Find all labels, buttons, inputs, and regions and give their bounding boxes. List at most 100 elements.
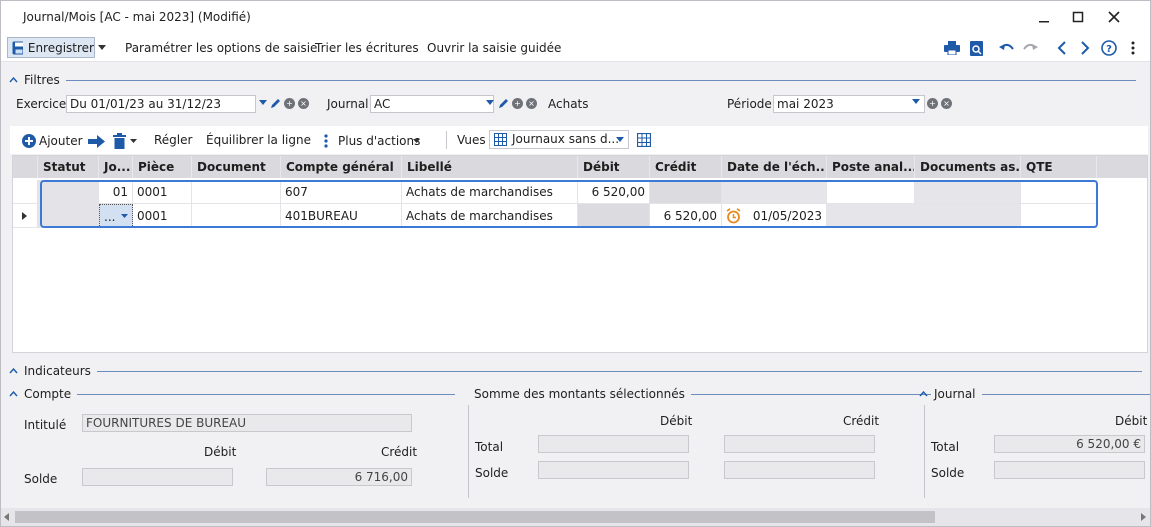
- journal-dropdown-button[interactable]: [485, 98, 494, 106]
- maximize-button[interactable]: [1060, 1, 1096, 33]
- cell-qte[interactable]: [1021, 180, 1097, 204]
- periode-clear-button[interactable]: ×: [941, 98, 952, 109]
- cell-debit[interactable]: [578, 204, 650, 228]
- chevron-down-icon[interactable]: [121, 214, 128, 218]
- journal-value: AC: [374, 97, 391, 111]
- cell-compte[interactable]: 401BUREAU: [281, 204, 402, 228]
- help-button[interactable]: ?: [1100, 39, 1118, 57]
- compte-solde-debit-field: [82, 468, 233, 486]
- column-header-echeance[interactable]: Date de l'éch...: [722, 156, 827, 178]
- journal-group-header[interactable]: Journal: [919, 387, 1150, 401]
- undo-button[interactable]: [998, 39, 1016, 57]
- scrollbar-thumb[interactable]: [15, 511, 935, 523]
- exercice-clear-button[interactable]: ×: [298, 98, 309, 109]
- column-header-documents[interactable]: Documents as...: [915, 156, 1021, 178]
- print-button[interactable]: [943, 39, 961, 57]
- somme-total-debit-field: [538, 435, 689, 453]
- more-actions-dropdown[interactable]: [412, 138, 420, 144]
- column-header-jour[interactable]: Jo...: [99, 156, 133, 178]
- column-header-document[interactable]: Document: [192, 156, 281, 178]
- cell-libelle[interactable]: Achats de marchandises: [402, 204, 578, 228]
- cell-compte[interactable]: 607: [281, 180, 402, 204]
- equilibrer-button[interactable]: Équilibrer la ligne: [206, 133, 311, 147]
- close-button[interactable]: [1096, 1, 1132, 33]
- trier-ecritures-button[interactable]: Trier les écritures: [315, 41, 419, 55]
- add-button[interactable]: Ajouter: [39, 134, 83, 148]
- cell-debit[interactable]: 6 520,00: [578, 180, 650, 204]
- print-preview-button[interactable]: [967, 39, 985, 57]
- exercice-edit-button[interactable]: [269, 97, 281, 109]
- column-header-poste[interactable]: Poste anal...: [827, 156, 915, 178]
- column-header-libelle[interactable]: Libellé: [402, 156, 578, 178]
- cell-statut[interactable]: [38, 180, 99, 204]
- somme-solde-debit-field: [538, 461, 689, 479]
- scroll-right-icon[interactable]: [1141, 513, 1146, 521]
- cell-echeance[interactable]: [722, 180, 827, 204]
- exercice-dropdown-button[interactable]: [258, 98, 267, 106]
- redo-button[interactable]: [1021, 39, 1039, 57]
- filtres-label: Filtres: [24, 73, 60, 87]
- cell-document[interactable]: [192, 180, 281, 204]
- add-icon-wrap[interactable]: [21, 133, 37, 149]
- grid-toolbar: Ajouter Régler Équilibrer la ligne Plus …: [10, 126, 1148, 154]
- options-saisie-button[interactable]: Paramétrer les options de saisie: [125, 41, 317, 55]
- cell-poste[interactable]: [827, 180, 915, 204]
- journal-add-button[interactable]: +: [512, 98, 523, 109]
- cell-piece[interactable]: 0001: [133, 204, 192, 228]
- grid-header: Statut Jo... Pièce Document Compte génér…: [13, 156, 1147, 178]
- column-header-qte[interactable]: QTE: [1021, 156, 1097, 178]
- saisie-guidee-button[interactable]: Ouvrir la saisie guidée: [427, 41, 561, 55]
- vues-value: Journaux sans d...: [512, 132, 620, 146]
- cell-piece[interactable]: 0001: [133, 180, 192, 204]
- periode-add-button[interactable]: +: [927, 98, 938, 109]
- indicateurs-section-header[interactable]: Indicateurs: [9, 364, 1142, 378]
- scroll-left-icon[interactable]: [4, 513, 9, 521]
- somme-group-header: Somme des montants sélectionnés: [474, 387, 931, 401]
- cell-echeance[interactable]: 01/05/2023: [722, 204, 827, 228]
- column-header-credit[interactable]: Crédit: [650, 156, 722, 178]
- journal-combo[interactable]: AC: [370, 95, 494, 113]
- table-row[interactable]: 01 0001 607 Achats de marchandises 6 520…: [13, 180, 1097, 204]
- forward-button[interactable]: [87, 133, 105, 149]
- column-header-piece[interactable]: Pièce: [133, 156, 192, 178]
- more-menu-button[interactable]: [1126, 39, 1140, 57]
- compte-solde-credit-field: 6 716,00: [266, 468, 412, 486]
- periode-combo[interactable]: mai 2023: [773, 95, 925, 113]
- journal-edit-button[interactable]: [497, 97, 509, 109]
- horizontal-scrollbar[interactable]: [1, 508, 1150, 526]
- more-actions-button[interactable]: Plus d'actions: [338, 134, 420, 148]
- regler-button[interactable]: Régler: [154, 133, 192, 147]
- cell-documents[interactable]: [915, 180, 1021, 204]
- column-header-statut[interactable]: Statut: [38, 156, 99, 178]
- delete-dropdown[interactable]: [129, 138, 137, 144]
- compte-group-header[interactable]: Compte: [9, 387, 456, 401]
- compte-solde-label: Solde: [24, 472, 58, 486]
- table-row[interactable]: ... 0001 401BUREAU Achats de marchandise…: [13, 204, 1097, 228]
- cell-jour[interactable]: 01: [99, 180, 133, 204]
- cell-credit[interactable]: [650, 180, 722, 204]
- vues-combo[interactable]: Journaux sans d...: [489, 130, 629, 149]
- minimize-button[interactable]: [1026, 1, 1062, 33]
- more-actions-icon-wrap[interactable]: [320, 132, 332, 150]
- cell-libelle[interactable]: Achats de marchandises: [402, 180, 578, 204]
- save-button[interactable]: Enregistrer: [7, 37, 95, 58]
- next-button[interactable]: [1076, 39, 1094, 57]
- save-dropdown-arrow[interactable]: [98, 44, 106, 50]
- cell-documents[interactable]: [915, 204, 1021, 228]
- exercice-add-button[interactable]: +: [284, 98, 295, 109]
- maximize-icon: [1072, 11, 1084, 23]
- grid-config-button[interactable]: [636, 132, 652, 148]
- journal-clear-button[interactable]: ×: [526, 98, 537, 109]
- cell-poste[interactable]: [827, 204, 915, 228]
- delete-button[interactable]: [111, 132, 127, 149]
- column-header-debit[interactable]: Débit: [578, 156, 650, 178]
- cell-document[interactable]: [192, 204, 281, 228]
- cell-statut[interactable]: [38, 204, 99, 228]
- cell-credit[interactable]: 6 520,00: [650, 204, 722, 228]
- filtres-section-header[interactable]: Filtres: [9, 73, 1136, 87]
- exercice-combo[interactable]: Du 01/01/23 au 31/12/23: [66, 95, 256, 113]
- cell-qte[interactable]: [1021, 204, 1097, 228]
- previous-button[interactable]: [1053, 39, 1071, 57]
- column-header-compte[interactable]: Compte général: [281, 156, 402, 178]
- cell-jour-editor[interactable]: ...: [99, 204, 133, 228]
